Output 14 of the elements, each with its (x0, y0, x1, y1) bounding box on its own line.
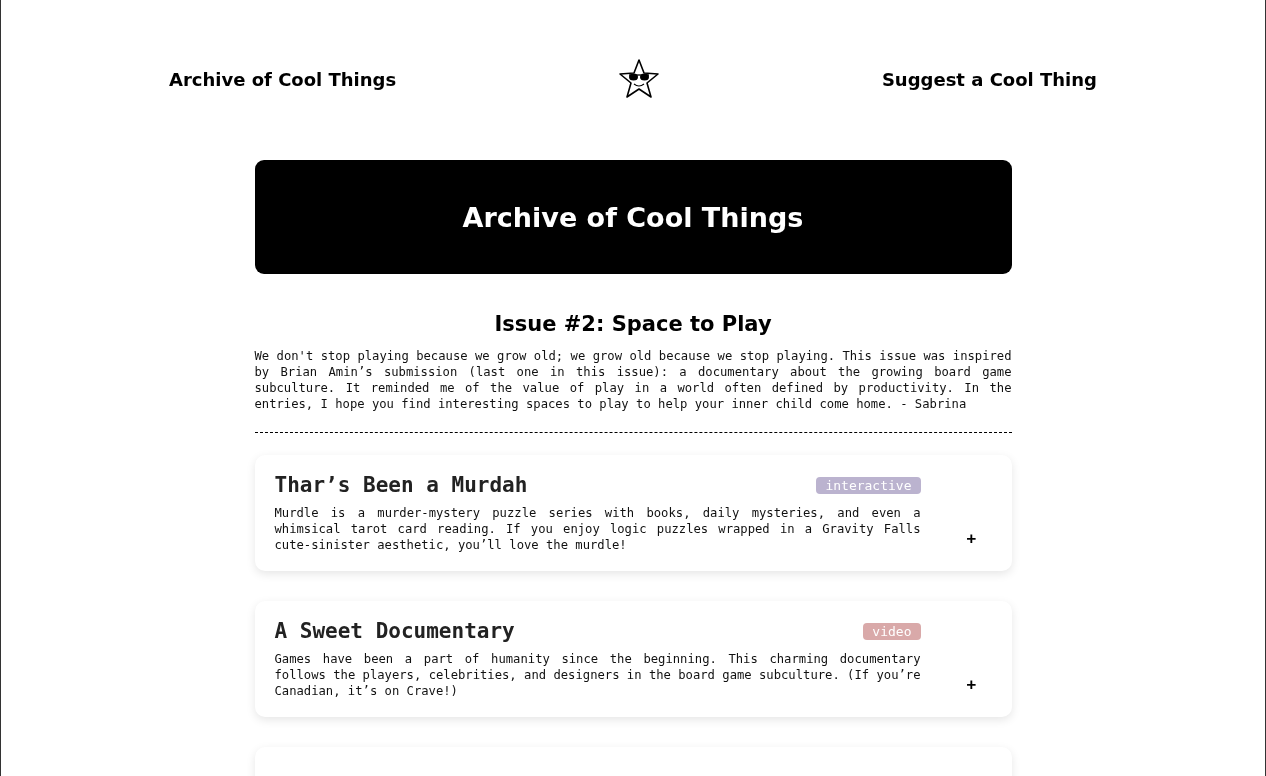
entry-description: Games have been a part of humanity since the beginning. This charming documentary follows the players, celebrities, and designers in the board game subculture. (If you’re Canadian, it’s on Crave!) (274, 651, 921, 699)
star-sunglasses-logo-icon[interactable] (618, 58, 661, 100)
expand-button[interactable]: + (966, 669, 977, 699)
entry-description: Murdle is a murder-mystery puzzle series with books, daily mysteries, and even a whimsical tarot card reading. If you enjoy logic puzzles wrapped in a Gravity Falls cute-sinister aesthetic, you’ll love the murdle! (274, 505, 921, 553)
suggest-link[interactable]: Suggest a Cool Thing (881, 68, 1097, 90)
category-tag: video (863, 622, 921, 640)
archive-link[interactable]: Archive of Cool Things (169, 68, 397, 90)
expand-button[interactable]: + (966, 523, 977, 553)
banner-title: Archive of Cool Things (462, 201, 804, 233)
entry-title: Thar’s Been a Murdah (274, 473, 528, 497)
issue-intro: We don't stop playing because we grow old; we grow old because we stop playing. This issue was inspired by Brian Amin’s submission (last one in this issue): a documentary about the growing board game subculture. It reminded me of the value of play in a world often defined by productivity. In the entries, I hope you find interesting spaces to play to help your inner child come home. - Sabrina (254, 348, 1012, 412)
issue-title: Issue #2: Space to Play (493, 312, 773, 336)
category-tag: interactive (816, 476, 921, 494)
entry-title: A Sweet Documentary (274, 619, 515, 643)
